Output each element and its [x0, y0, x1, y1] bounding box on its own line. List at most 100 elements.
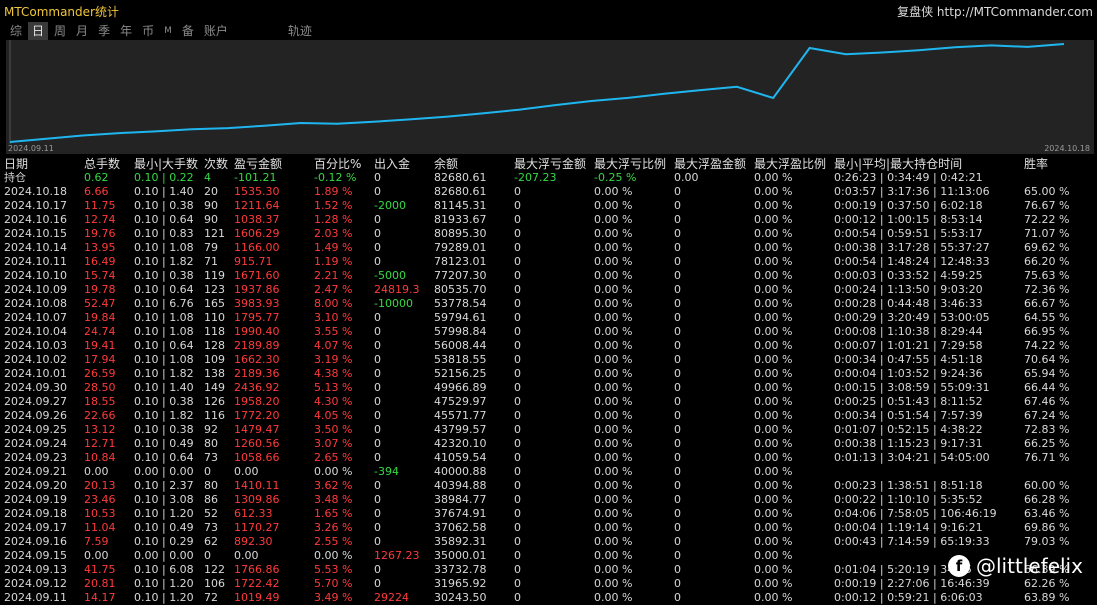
header-max-float-loss[interactable]: 最大浮亏金额 — [514, 157, 586, 171]
brand-url[interactable]: http://MTCommander.com — [937, 5, 1093, 19]
cell-total-lots: 19.41 — [84, 339, 116, 352]
cell-pnl: 0.00 — [234, 549, 259, 562]
table-row[interactable]: 2024.09.23 10.84 0.10 | 0.64 73 1058.66 2.65 … — [0, 451, 1097, 465]
cell-deposit-withdraw: 0 — [374, 213, 381, 226]
tab-month[interactable]: 月 — [72, 22, 92, 40]
header-total-lots[interactable]: 总手数 — [84, 157, 120, 171]
table-row[interactable]: 2024.10.02 17.94 0.10 | 1.08 109 1662.30 3.19… — [0, 353, 1097, 367]
table-row[interactable]: 2024.09.26 22.66 0.10 | 1.82 116 1772.20 4.05… — [0, 409, 1097, 423]
table-row[interactable]: 2024.10.15 19.76 0.10 | 0.83 121 1606.29 2.03… — [0, 227, 1097, 241]
table-row[interactable]: 2024.10.04 24.74 0.10 | 1.08 118 1990.40 3.55… — [0, 325, 1097, 339]
header-max-float-loss-pct[interactable]: 最大浮亏比例 — [594, 157, 666, 171]
header-count[interactable]: 次数 — [204, 157, 228, 171]
cell-win-rate: 66.20 % — [1024, 255, 1070, 268]
cell-min-max-lots: 0.10 | 1.40 — [134, 381, 194, 394]
tab-year[interactable]: 年 — [116, 22, 136, 40]
cell-total-lots: 19.84 — [84, 311, 116, 324]
table-row[interactable]: 2024.10.16 12.74 0.10 | 0.64 90 1038.37 1.28 … — [0, 213, 1097, 227]
table-row[interactable]: 2024.09.27 18.55 0.10 | 0.38 126 1958.20 4.30… — [0, 395, 1097, 409]
cell-total-lots: 20.81 — [84, 577, 116, 590]
table-row[interactable]: 2024.09.16 7.59 0.10 | 0.29 62 892.30 2.55 % 0… — [0, 535, 1097, 549]
tab-overview[interactable]: 综 — [6, 22, 26, 40]
cell-count: 126 — [204, 395, 225, 408]
cell-deposit-withdraw: -2000 — [374, 199, 406, 212]
header-min-max-lots[interactable]: 最小|大手数 — [134, 157, 198, 171]
cell-deposit-withdraw: 0 — [374, 493, 381, 506]
cell-min-max-lots: 0.10 | 0.64 — [134, 283, 194, 296]
header-percent[interactable]: 百分比% — [314, 157, 361, 171]
cell-pnl: 1166.00 — [234, 241, 280, 254]
header-deposit-withdraw[interactable]: 出入金 — [374, 157, 410, 171]
table-row[interactable]: 2024.10.17 11.75 0.10 | 0.38 90 1211.64 1.52 … — [0, 199, 1097, 213]
table-row[interactable]: 2024.10.08 52.47 0.10 | 6.76 165 3983.93 8.00… — [0, 297, 1097, 311]
table-row[interactable]: 2024.10.14 13.95 0.10 | 1.08 79 1166.00 1.49 … — [0, 241, 1097, 255]
table-row[interactable]: 2024.09.18 10.53 0.10 | 1.20 52 612.33 1.65 %… — [0, 507, 1097, 521]
table-row[interactable]: 2024.09.11 14.17 0.10 | 1.20 72 1019.49 3.49 … — [0, 591, 1097, 605]
cell-total-lots: 41.75 — [84, 563, 116, 576]
table-row[interactable]: 2024.10.11 16.49 0.10 | 1.82 71 915.71 1.19 %… — [0, 255, 1097, 269]
table-row[interactable]: 2024.09.19 23.46 0.10 | 3.08 86 1309.86 3.48 … — [0, 493, 1097, 507]
tab-track[interactable]: 轨迹 — [284, 22, 316, 40]
table-row[interactable]: 2024.10.03 19.41 0.10 | 0.64 128 2189.89 4.07… — [0, 339, 1097, 353]
table-row[interactable]: 2024.09.30 28.50 0.10 | 1.40 149 2436.92 5.13… — [0, 381, 1097, 395]
header-date[interactable]: 日期 — [4, 157, 28, 171]
tab-m[interactable]: M — [160, 22, 176, 40]
cell-pnl: 1937.86 — [234, 283, 280, 296]
header-balance[interactable]: 余额 — [434, 157, 458, 171]
cell-hold-time: 0:00:03 | 0:33:52 | 4:59:25 — [834, 269, 983, 282]
cell-deposit-withdraw: 0 — [374, 423, 381, 436]
tab-account[interactable]: 账户 — [200, 22, 232, 40]
header-win-rate[interactable]: 胜率 — [1024, 157, 1048, 171]
header-max-float-profit-pct[interactable]: 最大浮盈比例 — [754, 157, 826, 171]
table-row[interactable]: 2024.10.09 19.78 0.10 | 0.64 123 1937.86 2.47… — [0, 283, 1097, 297]
cell-max-float-loss: 0 — [514, 269, 521, 282]
cell-win-rate: 72.36 % — [1024, 283, 1070, 296]
cell-max-float-profit-pct: 0.00 % — [754, 549, 793, 562]
table-row[interactable]: 2024.09.17 11.04 0.10 | 0.49 73 1170.27 3.26 … — [0, 521, 1097, 535]
table-row[interactable]: 2024.09.25 13.12 0.10 | 0.38 92 1479.47 3.50 … — [0, 423, 1097, 437]
cell-max-float-profit: 0 — [674, 563, 681, 576]
cell-max-float-profit: 0 — [674, 479, 681, 492]
header-max-float-profit[interactable]: 最大浮盈金额 — [674, 157, 746, 171]
cell-max-float-loss: 0 — [514, 339, 521, 352]
cell-percent: 1.28 % — [314, 213, 353, 226]
table-row[interactable]: 2024.09.24 12.71 0.10 | 0.49 80 1260.56 3.07 … — [0, 437, 1097, 451]
tab-note[interactable]: 备 — [178, 22, 198, 40]
cell-max-float-loss: 0 — [514, 479, 521, 492]
cell-balance: 80895.30 — [434, 227, 487, 240]
cell-max-float-loss: 0 — [514, 451, 521, 464]
cell-max-float-loss: 0 — [514, 465, 521, 478]
cell-deposit-withdraw: 0 — [374, 255, 381, 268]
cell-balance: 41059.54 — [434, 451, 487, 464]
table-row[interactable]: 2024.10.07 19.84 0.10 | 1.08 110 1795.77 3.10… — [0, 311, 1097, 325]
tab-day[interactable]: 日 — [28, 22, 49, 40]
tab-quarter[interactable]: 季 — [94, 22, 114, 40]
header-pnl[interactable]: 盈亏金额 — [234, 157, 282, 171]
tab-currency[interactable]: 币 — [138, 22, 158, 40]
brand-link[interactable]: 复盘侠 http://MTCommander.com — [897, 3, 1093, 20]
cell-pnl: 2189.36 — [234, 367, 280, 380]
cell-max-float-profit: 0 — [674, 297, 681, 310]
cell-date: 2024.10.07 — [4, 311, 67, 324]
table-row[interactable]: 2024.09.21 0.00 0.00 | 0.00 0 0.00 0.00 % -394… — [0, 465, 1097, 479]
table-row[interactable]: 2024.10.01 26.59 0.10 | 1.82 138 2189.36 4.38… — [0, 367, 1097, 381]
table-row[interactable]: 2024.09.13 41.75 0.10 | 6.08 122 1766.86 5.53… — [0, 563, 1097, 577]
table-row[interactable]: 2024.10.18 6.66 0.10 | 1.40 20 1535.30 1.89 %… — [0, 185, 1097, 199]
cell-max-float-profit: 0 — [674, 199, 681, 212]
header-hold-time[interactable]: 最小|平均|最大持仓时间 — [834, 157, 962, 171]
cell-max-float-profit-pct: 0.00 % — [754, 297, 793, 310]
table-row[interactable]: 2024.10.10 15.74 0.10 | 0.38 119 1671.60 2.21… — [0, 269, 1097, 283]
cell-date: 2024.09.25 — [4, 423, 67, 436]
cell-max-float-loss: 0 — [514, 255, 521, 268]
cell-max-float-profit: 0 — [674, 577, 681, 590]
table-row[interactable]: 2024.09.20 20.13 0.10 | 2.37 80 1410.11 3.62 … — [0, 479, 1097, 493]
table-row[interactable]: 2024.09.15 0.00 0.00 | 0.00 0 0.00 0.00 % 1267… — [0, 549, 1097, 563]
cell-max-float-loss: 0 — [514, 493, 521, 506]
cell-hold-time: 0:00:15 | 3:08:59 | 55:09:31 — [834, 381, 990, 394]
cell-max-float-loss-pct: 0.00 % — [594, 339, 633, 352]
holding-max-float-loss: -207.23 — [514, 171, 557, 184]
table-row[interactable]: 2024.09.12 20.81 0.10 | 1.20 106 1722.42 5.70… — [0, 577, 1097, 591]
tab-week[interactable]: 周 — [50, 22, 70, 40]
cell-date: 2024.10.02 — [4, 353, 67, 366]
cell-hold-time: 0:00:28 | 0:44:48 | 3:46:33 — [834, 297, 983, 310]
